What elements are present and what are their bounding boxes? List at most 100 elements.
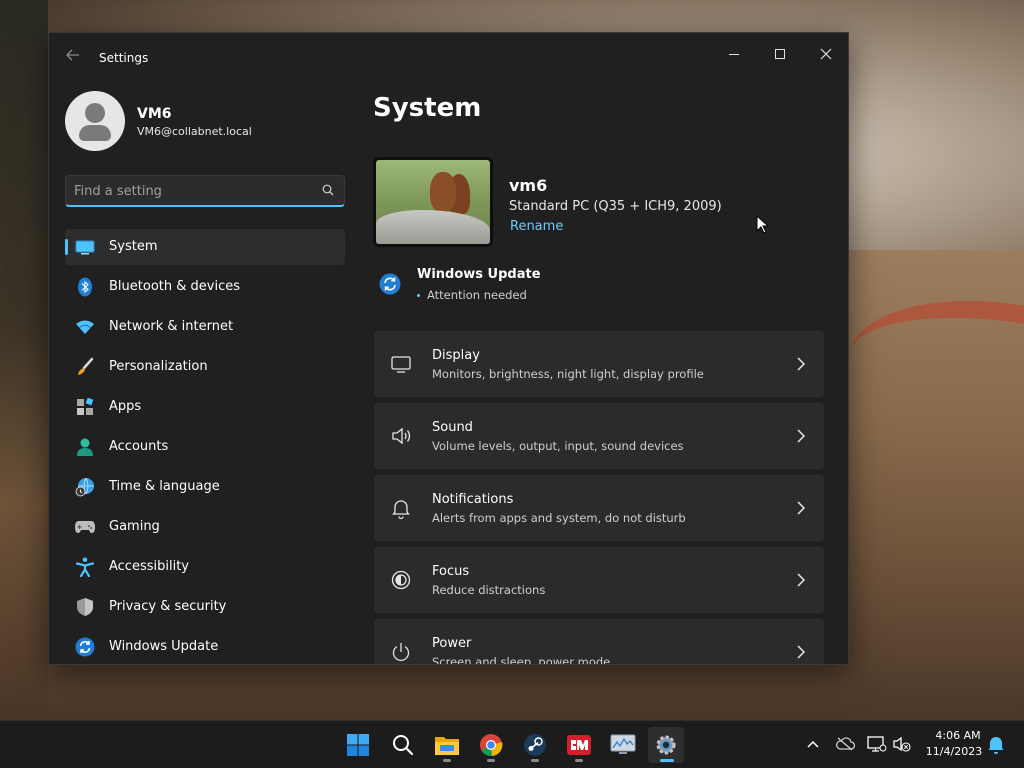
avatar[interactable] [65,91,125,151]
running-indicator [575,759,583,762]
sidebar-item-windows-update[interactable]: Windows Update [65,629,345,664]
windows-update-status: Attention needed [417,288,527,302]
sidebar-item-accounts[interactable]: Accounts [65,429,345,465]
window-title: Settings [99,51,149,65]
sidebar-nav: System Bluetooth & devices Network & int… [65,229,345,664]
maximize-icon [775,49,785,59]
rename-link[interactable]: Rename [510,219,563,234]
running-indicator [531,759,539,762]
speaker-muted-icon [893,736,911,752]
minimize-button[interactable] [711,39,757,69]
close-icon [820,48,832,60]
running-indicator [443,759,451,762]
wallpaper-edge [0,0,48,720]
taskbar-file-explorer[interactable] [429,727,465,763]
sidebar-item-network[interactable]: Network & internet [65,309,345,345]
back-arrow-icon[interactable] [61,47,85,67]
taskbar-search-button[interactable] [385,727,421,763]
system-icon [75,237,95,257]
sidebar-item-label: Network & internet [109,319,234,334]
windows-update-title[interactable]: Windows Update [417,267,541,282]
card-title: Sound [432,420,473,435]
sidebar-item-label: Privacy & security [109,599,227,614]
update-icon [75,637,95,657]
bluetooth-icon [75,277,95,297]
page-title: System [373,93,482,123]
settings-icon [656,735,676,755]
power-icon [392,643,410,661]
sidebar-item-accessibility[interactable]: Accessibility [65,549,345,585]
accounts-icon [75,437,95,457]
card-title: Focus [432,564,470,579]
start-button[interactable] [340,727,376,763]
taskbar-chrome[interactable] [473,727,509,763]
sidebar-item-privacy[interactable]: Privacy & security [65,589,345,625]
card-title: Notifications [432,492,514,507]
steam-icon [524,734,546,756]
show-hidden-icons-button[interactable] [802,733,824,755]
card-power[interactable]: Power Screen and sleep, power mode [374,619,824,665]
accessibility-icon [75,557,95,577]
taskbar [0,720,1024,768]
card-title: Display [432,348,480,363]
sidebar-item-label: Accessibility [109,559,189,574]
sidebar-item-label: Time & language [109,479,220,494]
close-button[interactable] [803,39,848,69]
sidebar-item-system[interactable]: System [65,229,345,265]
taskbar-settings[interactable] [648,727,684,763]
shield-icon [75,597,95,617]
clock-date[interactable]: 11/4/2023 [924,745,984,758]
globe-clock-icon [75,477,95,497]
search-input[interactable] [74,180,304,202]
windows-update-status-text: Attention needed [427,288,527,302]
monitor-icon [391,356,411,373]
gamepad-icon [75,517,95,537]
sidebar-item-bluetooth[interactable]: Bluetooth & devices [65,269,345,305]
taskbar-monitor-app[interactable] [605,727,641,763]
card-notifications[interactable]: Notifications Alerts from apps and syste… [374,475,824,541]
brush-icon [75,357,95,377]
search-box[interactable] [65,175,345,207]
running-indicator [487,759,495,762]
avatar-head [85,103,105,123]
sidebar-item-label: Gaming [109,519,160,534]
sidebar-item-personalization[interactable]: Personalization [65,349,345,385]
settings-window: Settings VM6 VM6@collabnet.local System … [48,32,849,665]
taskbar-red-app[interactable] [561,727,597,763]
clock-time[interactable]: 4:06 AM [932,729,984,742]
sidebar-item-time-language[interactable]: Time & language [65,469,345,505]
windows-update-icon[interactable] [379,273,401,295]
title-bar[interactable]: Settings [49,33,848,81]
device-thumbnail [373,157,493,247]
mouse-cursor-icon [756,215,770,234]
account-email: VM6@collabnet.local [137,125,252,138]
card-display[interactable]: Display Monitors, brightness, night ligh… [374,331,824,397]
notifications-button[interactable] [985,733,1007,755]
chevron-up-icon [807,740,819,748]
chevron-right-icon [797,429,806,443]
device-model: Standard PC (Q35 + ICH9, 2009) [509,199,722,214]
chevron-right-icon [797,645,806,659]
taskbar-steam[interactable] [517,727,553,763]
card-subtitle: Reduce distractions [432,583,546,597]
volume-tray[interactable] [891,733,913,755]
cloud-offline-icon [836,737,855,751]
sidebar-item-label: Windows Update [109,639,219,654]
search-icon[interactable] [322,184,334,196]
network-tray[interactable] [866,733,888,755]
card-subtitle: Screen and sleep, power mode [432,655,611,665]
sidebar-item-apps[interactable]: Apps [65,389,345,425]
onedrive-tray[interactable] [834,733,856,755]
focus-icon [391,570,411,590]
bell-icon [392,500,410,519]
file-explorer-icon [435,737,459,755]
chrome-icon [480,734,503,757]
squirrel-shape [430,172,456,212]
card-focus[interactable]: Focus Reduce distractions [374,547,824,613]
maximize-button[interactable] [757,39,803,69]
sidebar-item-label: Bluetooth & devices [109,279,240,294]
search-icon [393,735,414,756]
card-sound[interactable]: Sound Volume levels, output, input, soun… [374,403,824,469]
sidebar-item-gaming[interactable]: Gaming [65,509,345,545]
card-subtitle: Volume levels, output, input, sound devi… [432,439,684,453]
